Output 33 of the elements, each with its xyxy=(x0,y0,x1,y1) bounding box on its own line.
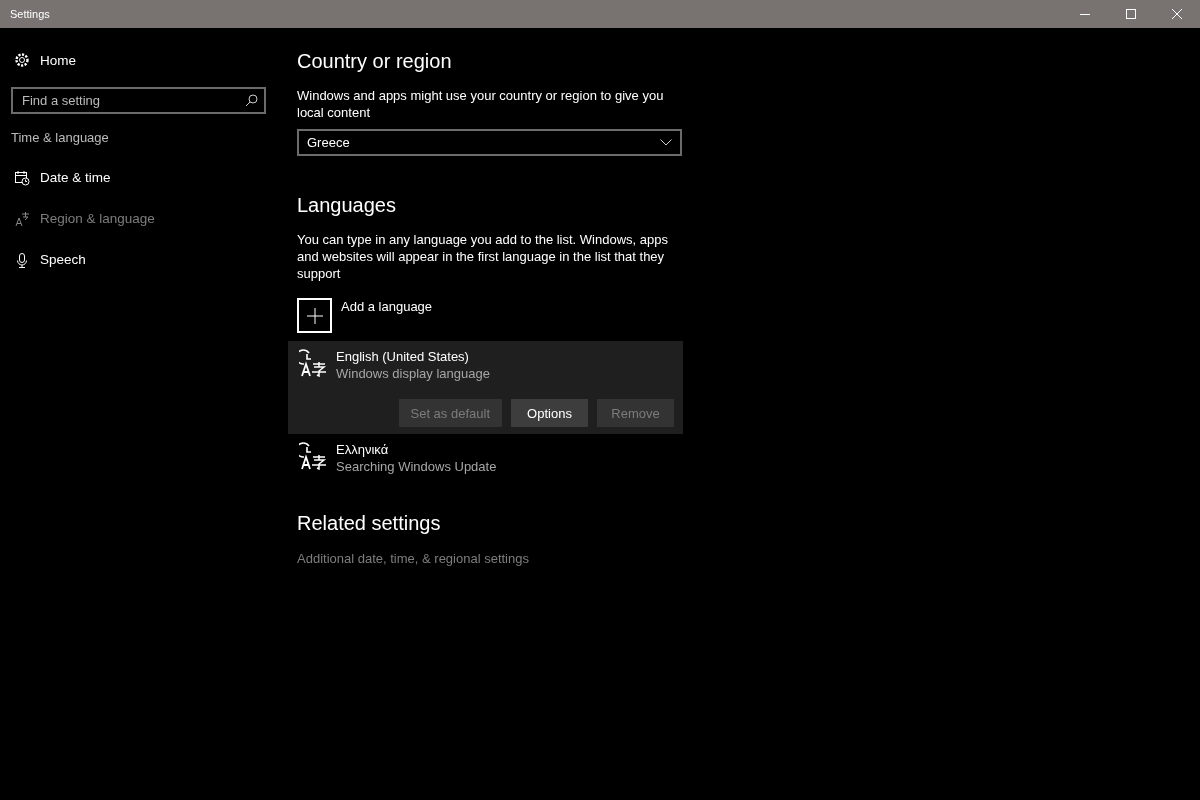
regional-settings-link[interactable]: Additional date, time, & regional settings xyxy=(297,551,529,566)
language-item[interactable]: Ελληνικά Searching Windows Update xyxy=(288,434,683,482)
language-name: Ελληνικά xyxy=(336,442,390,457)
settings-icon xyxy=(14,52,30,68)
description-text: You can type in any language you add to the list. Windows, apps and websites will appear in the first language in the list that they support xyxy=(297,231,669,282)
close-icon xyxy=(1172,9,1182,19)
add-language-label[interactable]: Add a language xyxy=(341,299,433,314)
search-icon xyxy=(245,94,258,107)
section-heading: Related settings xyxy=(297,512,441,535)
home-nav-item[interactable]: Home xyxy=(0,39,280,81)
country-dropdown[interactable]: Greece xyxy=(297,129,682,156)
section-label: Time & language xyxy=(10,129,110,147)
add-language-button[interactable] xyxy=(297,298,332,333)
section-heading: Languages xyxy=(297,194,396,217)
microphone-icon xyxy=(14,251,30,268)
sidebar-item[interactable]: Region & language xyxy=(0,198,280,239)
description-text: Windows and apps might use your country or region to give you local content xyxy=(297,87,665,121)
sidebar-item[interactable]: Speech xyxy=(0,239,280,280)
maximize-icon xyxy=(1126,9,1136,19)
language-icon xyxy=(14,210,30,227)
language-action-button[interactable]: Options xyxy=(511,399,588,427)
language-status: Windows display language xyxy=(336,366,490,381)
window-title: Settings xyxy=(9,8,50,20)
language-icon xyxy=(299,349,327,377)
search-field[interactable]: Find a setting xyxy=(11,87,266,114)
section-heading: Country or region xyxy=(297,50,452,73)
language-status: Searching Windows Update xyxy=(336,459,497,474)
language-name: English (United States) xyxy=(336,349,470,364)
language-icon xyxy=(299,442,327,470)
plus-icon xyxy=(306,307,323,324)
chevron-down-icon xyxy=(660,139,672,146)
calendar-icon xyxy=(14,169,30,186)
sidebar-item[interactable]: Date & time xyxy=(0,157,280,198)
